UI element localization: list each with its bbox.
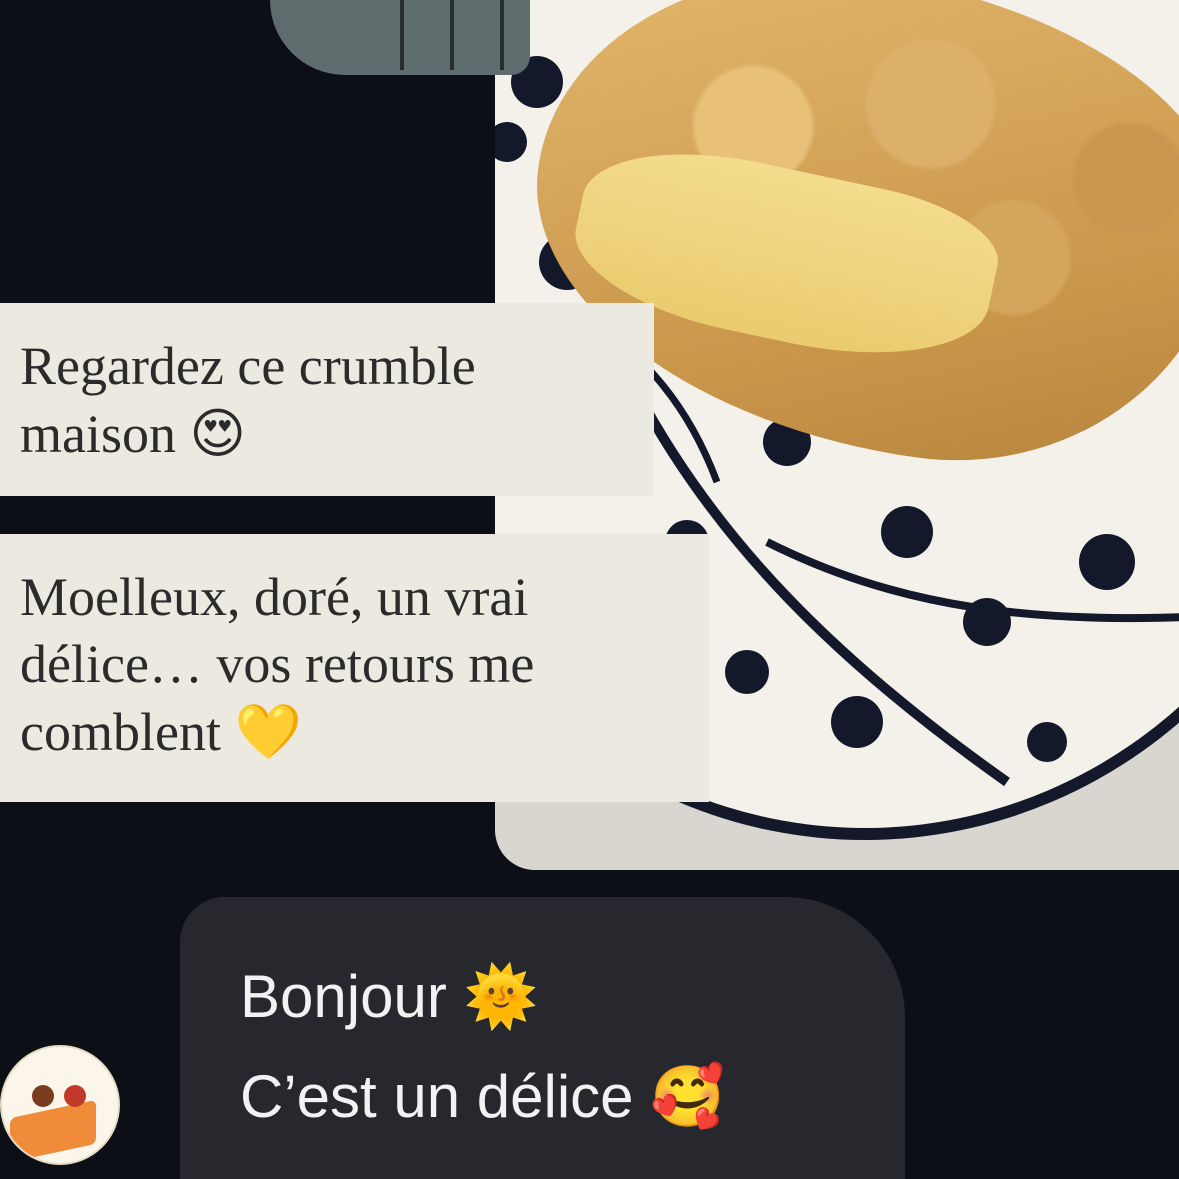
- message-line: Bonjour 🌞: [240, 947, 905, 1047]
- caption-text: maison: [20, 404, 176, 464]
- caption-line: délice… vos retours me: [20, 634, 535, 694]
- message-line: C’est un délice 🥰: [240, 1047, 905, 1147]
- caption-box: Regardez ce crumble maison 😍: [0, 303, 654, 496]
- book-icon: [10, 1099, 96, 1163]
- cooling-rack: [270, 0, 530, 75]
- rack-bar: [450, 0, 454, 70]
- chat-message-bubble[interactable]: Bonjour 🌞 C’est un délice 🥰: [180, 897, 905, 1179]
- caption-line: Regardez ce crumble: [20, 336, 476, 396]
- sun-face-emoji-icon: 🌞: [463, 962, 539, 1032]
- caption-line: comblent 💛: [20, 698, 689, 766]
- rack-bar: [400, 0, 404, 70]
- caption-box: Moelleux, doré, un vrai délice… vos reto…: [0, 534, 709, 802]
- child-figure-icon: [64, 1085, 86, 1107]
- caption-line: maison 😍: [20, 400, 634, 468]
- message-text: C’est un délice: [240, 1063, 634, 1130]
- message-text: Bonjour: [240, 963, 447, 1030]
- yellow-heart-emoji-icon: 💛: [234, 700, 302, 763]
- caption-line: Moelleux, doré, un vrai: [20, 567, 529, 627]
- caption-text: comblent: [20, 702, 221, 762]
- sender-avatar[interactable]: [0, 1045, 120, 1165]
- rack-bar: [500, 0, 504, 70]
- heart-eyes-emoji-icon: 😍: [189, 402, 246, 465]
- smiling-hearts-emoji-icon: 🥰: [650, 1062, 725, 1132]
- child-figure-icon: [32, 1085, 54, 1107]
